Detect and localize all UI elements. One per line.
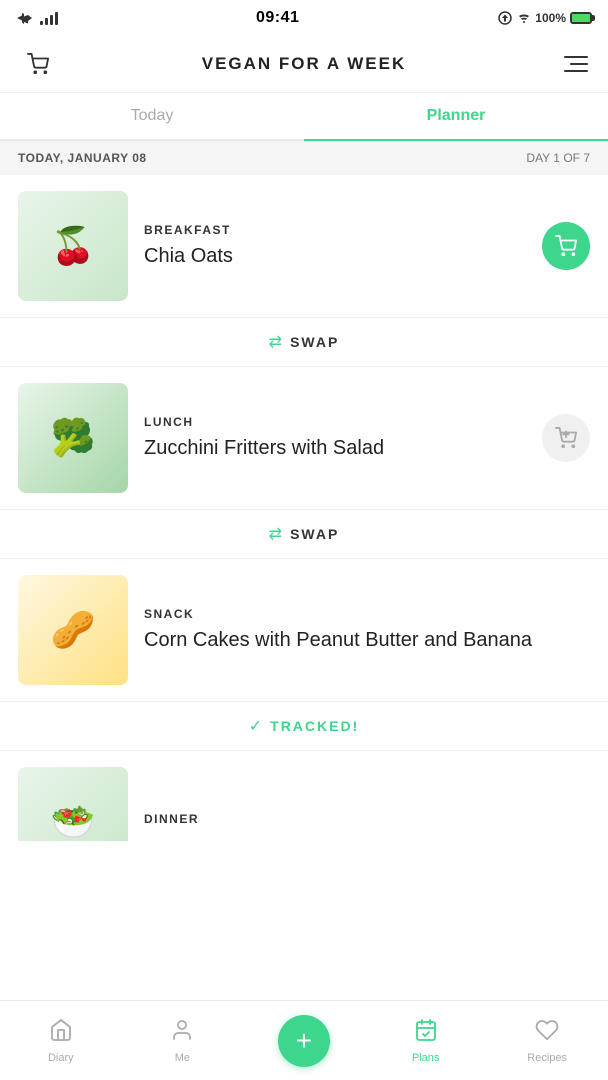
dinner-content: DINNER bbox=[144, 812, 590, 832]
tracked-checkmark: ✓ bbox=[249, 716, 262, 736]
breakfast-cart-button[interactable] bbox=[542, 222, 590, 270]
snack-name: Corn Cakes with Peanut Butter and Banana bbox=[144, 627, 590, 653]
snack-item: SNACK Corn Cakes with Peanut Butter and … bbox=[0, 559, 608, 701]
tab-planner[interactable]: Planner bbox=[304, 93, 608, 139]
tracked-label: TRACKED! bbox=[270, 718, 359, 734]
swap-icon-2: ⇄ bbox=[269, 524, 282, 544]
breakfast-section: BREAKFAST Chia Oats bbox=[0, 175, 608, 317]
status-left bbox=[16, 11, 58, 25]
tab-today[interactable]: Today bbox=[0, 93, 304, 139]
breakfast-name: Chia Oats bbox=[144, 243, 526, 269]
snack-image bbox=[18, 575, 128, 685]
location-icon bbox=[497, 11, 513, 25]
bottom-nav: Diary Me + Plans bbox=[0, 1000, 608, 1080]
lunch-item: LUNCH Zucchini Fritters with Salad bbox=[0, 367, 608, 509]
plans-label: Plans bbox=[412, 1052, 440, 1064]
breakfast-image bbox=[18, 191, 128, 301]
lunch-cart-button[interactable] bbox=[542, 414, 590, 462]
swap-icon-1: ⇄ bbox=[269, 332, 282, 352]
me-icon bbox=[170, 1018, 194, 1048]
day-count: DAY 1 OF 7 bbox=[526, 151, 590, 165]
swap-lunch-button[interactable]: ⇄ SWAP bbox=[0, 509, 608, 559]
airplane-icon bbox=[16, 11, 34, 25]
breakfast-item: BREAKFAST Chia Oats bbox=[0, 175, 608, 317]
battery-percent: 100% bbox=[535, 11, 566, 25]
nav-add[interactable]: + bbox=[243, 1015, 365, 1067]
snack-content: SNACK Corn Cakes with Peanut Butter and … bbox=[144, 607, 590, 653]
app-header: VEGAN FOR A WEEK bbox=[0, 36, 608, 93]
dinner-image bbox=[18, 767, 128, 841]
diary-label: Diary bbox=[48, 1052, 74, 1064]
day-bar: TODAY, JANUARY 08 DAY 1 OF 7 bbox=[0, 141, 608, 175]
recipes-label: Recipes bbox=[527, 1052, 567, 1064]
day-date: TODAY, JANUARY 08 bbox=[18, 151, 147, 165]
breakfast-content: BREAKFAST Chia Oats bbox=[144, 223, 526, 269]
add-icon: + bbox=[296, 1027, 312, 1055]
swap-label-2: SWAP bbox=[290, 526, 339, 542]
lunch-content: LUNCH Zucchini Fritters with Salad bbox=[144, 415, 526, 461]
breakfast-label: BREAKFAST bbox=[144, 223, 526, 237]
dinner-item: DINNER bbox=[0, 751, 608, 841]
recipes-icon bbox=[535, 1018, 559, 1048]
nav-recipes[interactable]: Recipes bbox=[486, 1018, 608, 1064]
snack-section: SNACK Corn Cakes with Peanut Butter and … bbox=[0, 559, 608, 701]
dinner-label: DINNER bbox=[144, 812, 590, 826]
diary-icon bbox=[49, 1018, 73, 1048]
swap-label-1: SWAP bbox=[290, 334, 339, 350]
dinner-section: DINNER bbox=[0, 751, 608, 841]
nav-diary[interactable]: Diary bbox=[0, 1018, 122, 1064]
me-label: Me bbox=[175, 1052, 190, 1064]
swap-breakfast-button[interactable]: ⇄ SWAP bbox=[0, 317, 608, 367]
tab-bar: Today Planner bbox=[0, 93, 608, 141]
lunch-section: LUNCH Zucchini Fritters with Salad bbox=[0, 367, 608, 509]
lunch-name: Zucchini Fritters with Salad bbox=[144, 435, 526, 461]
lunch-image bbox=[18, 383, 128, 493]
battery-icon bbox=[570, 12, 592, 24]
header-cart-button[interactable] bbox=[20, 46, 56, 82]
snack-label: SNACK bbox=[144, 607, 590, 621]
nav-me[interactable]: Me bbox=[122, 1018, 244, 1064]
menu-button[interactable] bbox=[552, 46, 588, 82]
lunch-label: LUNCH bbox=[144, 415, 526, 429]
wifi-icon bbox=[517, 11, 531, 25]
app-title: VEGAN FOR A WEEK bbox=[202, 54, 407, 74]
signal-icon bbox=[40, 11, 58, 25]
tracked-section: ✓ TRACKED! bbox=[0, 701, 608, 751]
plans-icon bbox=[414, 1018, 438, 1048]
add-button[interactable]: + bbox=[278, 1015, 330, 1067]
status-bar: 09:41 100% bbox=[0, 0, 608, 36]
status-right: 100% bbox=[497, 11, 592, 25]
nav-plans[interactable]: Plans bbox=[365, 1018, 487, 1064]
status-time: 09:41 bbox=[256, 9, 299, 27]
